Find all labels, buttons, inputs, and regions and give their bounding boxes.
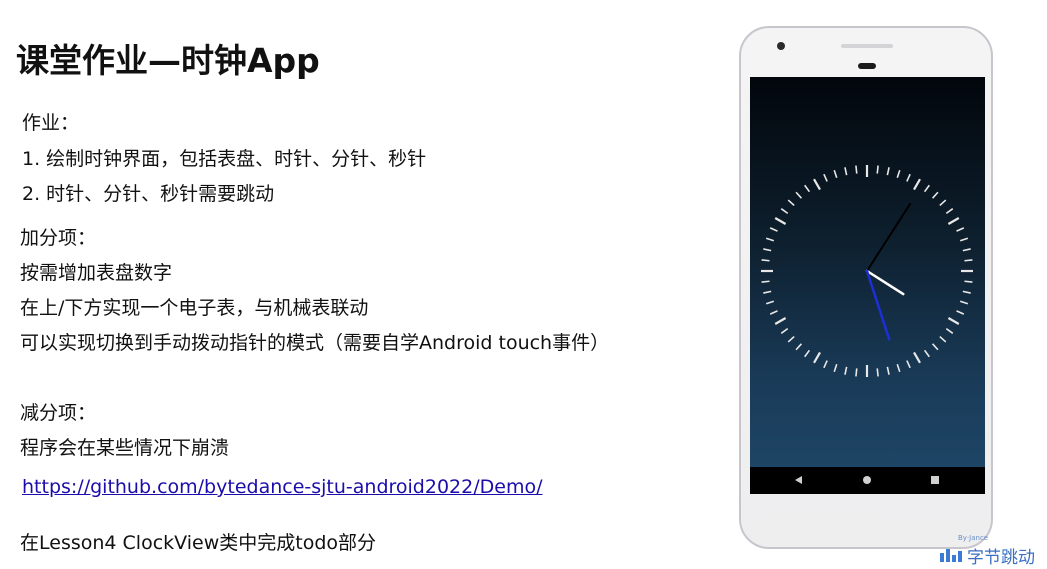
clock-tick (855, 165, 858, 174)
clock-tick (886, 167, 890, 176)
clock-tick (886, 366, 890, 375)
clock-tick (923, 349, 930, 358)
logo-small-text: By·Jance (958, 534, 989, 542)
slide-title: 课堂作业—时钟App (16, 41, 320, 80)
nav-back-button[interactable] (784, 467, 814, 494)
clock-tick (823, 360, 828, 369)
minute-hand (866, 202, 912, 272)
clock-tick (964, 259, 973, 262)
clock-tick (945, 327, 954, 334)
clock-tick (906, 173, 911, 182)
phone-frame (739, 26, 993, 549)
lesson-note: 在Lesson4 ClockView类中完成todo部分 (20, 532, 376, 554)
clock-tick (795, 343, 803, 351)
front-camera (777, 42, 785, 50)
nav-home-button[interactable] (852, 467, 882, 494)
clock-tick (804, 349, 811, 358)
clock-tick (844, 366, 848, 375)
clock-tick (765, 300, 775, 305)
clock-tick (959, 300, 969, 305)
clock-tick (780, 208, 789, 215)
clock-tick (913, 351, 921, 364)
clock-tick (765, 237, 775, 242)
clock-tick (962, 290, 971, 294)
clock-tick (769, 310, 778, 315)
clock-tick (844, 167, 848, 176)
clock-tick (931, 191, 939, 199)
clock-tick (956, 227, 965, 232)
clock-tick (923, 184, 930, 193)
clock-tick (947, 317, 960, 325)
clock-tick (906, 360, 911, 369)
clock-tick (763, 290, 772, 294)
clock-tick (959, 237, 969, 242)
clock-tick (823, 173, 828, 182)
proximity-sensor (858, 63, 876, 69)
clock-tick (931, 343, 939, 351)
clock-view (761, 165, 973, 377)
clock-tick (896, 363, 901, 373)
clock-tick (947, 217, 960, 225)
bonus-item: 可以实现切换到手动拨动指针的模式（需要自学Android touch事件） (20, 332, 610, 354)
clock-tick (855, 368, 858, 377)
clock-tick (896, 169, 901, 179)
homework-label: 作业： (22, 112, 80, 134)
clock-tick (913, 178, 921, 191)
clock-tick (833, 169, 838, 179)
clock-tick (813, 178, 821, 191)
earpiece-speaker (841, 44, 893, 48)
clock-tick (795, 191, 803, 199)
second-hand (865, 269, 891, 341)
penalty-label: 减分项： (20, 402, 97, 424)
phone-screen (750, 77, 985, 467)
bytedance-logo: By·Jance 字节跳动 (940, 528, 1045, 568)
recents-square-icon (931, 476, 939, 484)
home-circle-icon (863, 476, 871, 484)
clock-tick (876, 368, 879, 377)
clock-tick (780, 327, 789, 334)
clock-tick (939, 335, 947, 343)
clock-tick (761, 280, 770, 283)
logo-bars-icon (940, 548, 964, 562)
clock-tick (876, 165, 879, 174)
clock-tick (964, 280, 973, 283)
clock-tick (787, 335, 795, 343)
penalty-item: 程序会在某些情况下崩溃 (20, 437, 230, 459)
clock-tick (763, 248, 772, 252)
clock-tick (761, 259, 770, 262)
clock-tick (774, 217, 787, 225)
clock-tick (774, 317, 787, 325)
clock-tick (962, 248, 971, 252)
homework-item: 1. 绘制时钟界面，包括表盘、时针、分针、秒针 (22, 148, 427, 170)
clock-tick (813, 351, 821, 364)
clock-tick (945, 208, 954, 215)
bonus-item: 按需增加表盘数字 (20, 262, 173, 284)
android-nav-bar (750, 467, 985, 494)
clock-tick (956, 310, 965, 315)
bonus-item: 在上/下方实现一个电子表，与机械表联动 (20, 297, 369, 319)
clock-tick (833, 363, 838, 373)
clock-tick (787, 199, 795, 207)
back-triangle-icon (795, 476, 802, 484)
homework-item: 2. 时针、分针、秒针需要跳动 (22, 183, 275, 205)
logo-text: 字节跳动 (967, 548, 1035, 568)
clock-tick (939, 199, 947, 207)
clock-tick (804, 184, 811, 193)
bonus-label: 加分项： (20, 227, 97, 249)
nav-recents-button[interactable] (920, 467, 950, 494)
clock-tick (769, 227, 778, 232)
demo-repo-link[interactable]: https://github.com/bytedance-sjtu-androi… (22, 476, 542, 498)
